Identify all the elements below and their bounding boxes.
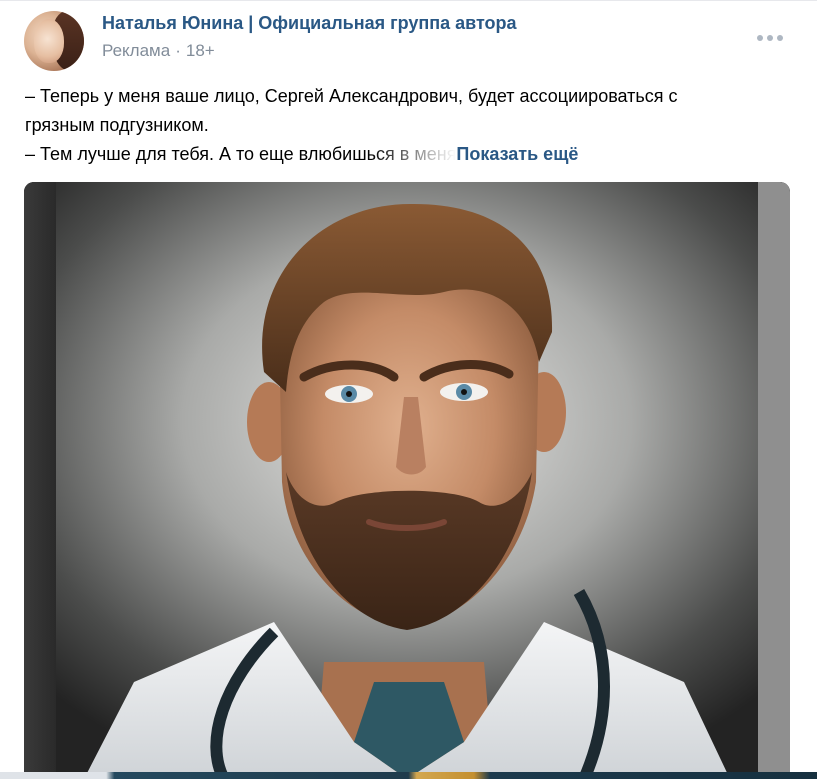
divider [0,0,817,1]
more-options-button[interactable] [752,28,788,48]
author-avatar[interactable] [24,11,84,71]
ad-label: Реклама [102,41,171,60]
post-text-line: грязным подгузником. [25,115,209,135]
post-text: – Теперь у меня ваше лицо, Сергей Алекса… [25,82,785,169]
age-rating: 18+ [185,41,215,60]
post-text-line: – Тем лучше для тебя. А то еще влюбишься… [25,140,785,169]
meta-separator: · [175,41,181,60]
post-meta: Реклама · 18+ [102,41,215,61]
ellipsis-icon [757,35,763,41]
avatar-face [34,19,64,63]
doctor-portrait-image [24,182,790,779]
author-name-link[interactable]: Наталья Юнина | Официальная группа автор… [102,13,517,34]
feed-post: Наталья Юнина | Официальная группа автор… [0,0,817,779]
post-text-line: – Теперь у меня ваше лицо, Сергей Алекса… [25,86,678,106]
post-photo[interactable] [24,182,790,779]
ellipsis-icon [767,35,773,41]
show-more-link[interactable]: Показать ещё [456,144,578,164]
bottom-strip [0,772,817,779]
ellipsis-icon [777,35,783,41]
post-text-truncated: – Тем лучше для тебя. А то еще влюбишься… [25,144,457,164]
